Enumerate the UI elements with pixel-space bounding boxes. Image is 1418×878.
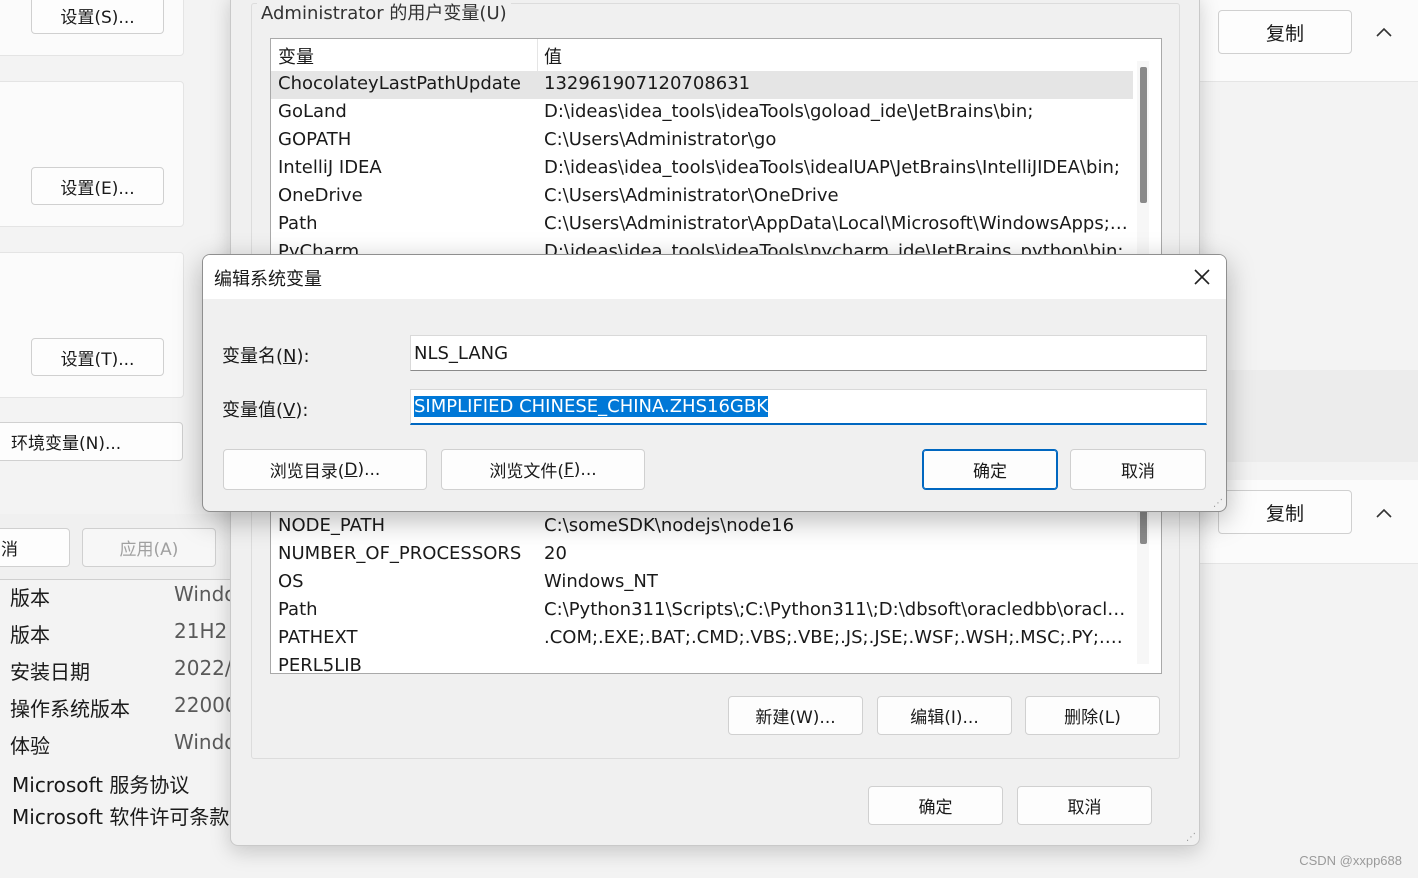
column-header-value[interactable]: 值 bbox=[544, 43, 562, 69]
apply-button: 应用(A) bbox=[82, 528, 216, 567]
spec-value-version: 21H2 bbox=[174, 619, 228, 643]
variable-value: D:\ideas\idea_tools\ideaTools\idealUAP\J… bbox=[544, 157, 1120, 178]
scrollbar-thumb[interactable] bbox=[1140, 67, 1147, 203]
variable-name-input[interactable]: NLS_LANG bbox=[410, 335, 1207, 371]
list-item[interactable]: GOPATH C:\Users\Administrator\go bbox=[271, 127, 1133, 155]
cancel-button[interactable]: 取消 bbox=[1070, 449, 1206, 490]
variable-value: 20 bbox=[544, 543, 567, 564]
column-divider[interactable] bbox=[537, 39, 538, 71]
browse-directory-button[interactable]: 浏览目录(D)... bbox=[223, 449, 427, 490]
spec-label-edition: 版本 bbox=[10, 586, 50, 610]
spec-label-version: 版本 bbox=[10, 623, 50, 647]
list-item[interactable]: OS Windows_NT bbox=[271, 569, 1133, 597]
list-item[interactable]: IntelliJ IDEA D:\ideas\idea_tools\ideaTo… bbox=[271, 155, 1133, 183]
edit-system-variable-dialog: 编辑系统变量 变量名(N): NLS_LANG 变量值(V): SIMPLIFI… bbox=[202, 254, 1227, 512]
chevron-up-icon[interactable] bbox=[1370, 20, 1398, 44]
list-item[interactable]: NODE_PATH C:\someSDK\nodejs\node16 bbox=[271, 513, 1133, 541]
dialog-titlebar[interactable]: 编辑系统变量 bbox=[203, 255, 1226, 299]
performance-settings-button[interactable]: 设置(S)... bbox=[31, 0, 164, 34]
user-variables-label: Administrator 的用户变量(U) bbox=[257, 0, 511, 25]
spec-value-edition: Windo bbox=[174, 582, 237, 606]
variable-name: ChocolateyLastPathUpdate bbox=[278, 73, 521, 94]
list-item[interactable]: NUMBER_OF_PROCESSORS 20 bbox=[271, 541, 1133, 569]
spec-value-experience: Windo bbox=[174, 730, 237, 754]
variable-name: OneDrive bbox=[278, 185, 363, 206]
variable-name: PERL5LIB bbox=[278, 655, 362, 674]
variable-value-input[interactable]: SIMPLIFIED CHINESE_CHINA.ZHS16GBK bbox=[410, 389, 1207, 425]
edit-variable-button[interactable]: 编辑(I)... bbox=[877, 696, 1012, 735]
scrollbar-thumb[interactable] bbox=[1140, 510, 1147, 544]
close-icon[interactable] bbox=[1188, 263, 1216, 291]
variable-name: Path bbox=[278, 213, 318, 234]
variable-value: C:\Python311\Scripts\;C:\Python311\;D:\d… bbox=[544, 599, 1130, 620]
variable-name: GOPATH bbox=[278, 129, 352, 150]
list-item[interactable]: ChocolateyLastPathUpdate 132961907120708… bbox=[271, 71, 1133, 99]
variable-value-label: 变量值(V): bbox=[222, 400, 309, 421]
ok-button[interactable]: 确定 bbox=[868, 786, 1003, 825]
variable-value: D:\ideas\idea_tools\ideaTools\goload_ide… bbox=[544, 101, 1034, 122]
watermark: CSDN @xxpp688 bbox=[1299, 853, 1402, 868]
ok-button[interactable]: 确定 bbox=[922, 449, 1058, 490]
variable-value: C:\Users\Administrator\AppData\Local\Mic… bbox=[544, 213, 1130, 234]
variable-name: NODE_PATH bbox=[278, 515, 386, 536]
variable-name: PATHEXT bbox=[278, 627, 358, 648]
cancel-button[interactable]: 消 bbox=[0, 528, 70, 567]
variable-value: C:\someSDK\nodejs\node16 bbox=[544, 515, 795, 536]
variable-name-label: 变量名(N): bbox=[222, 346, 310, 367]
spec-value-os-build: 22000 bbox=[174, 693, 238, 717]
dialog-title: 编辑系统变量 bbox=[214, 269, 322, 290]
license-terms-link[interactable]: Microsoft 软件许可条款 bbox=[12, 801, 229, 830]
variable-name: OS bbox=[278, 571, 304, 592]
column-header-name[interactable]: 变量 bbox=[278, 43, 314, 69]
startup-settings-button[interactable]: 设置(T)... bbox=[31, 338, 164, 376]
chevron-up-icon[interactable] bbox=[1370, 501, 1398, 525]
variable-value: 132961907120708631 bbox=[544, 73, 751, 94]
environment-variables-button[interactable]: 环境变量(N)... bbox=[0, 422, 183, 461]
copy-windows-specs-button[interactable]: 复制 bbox=[1218, 490, 1352, 534]
profiles-settings-button[interactable]: 设置(E)... bbox=[31, 167, 164, 205]
copy-device-specs-button[interactable]: 复制 bbox=[1218, 10, 1352, 54]
list-item[interactable]: OneDrive C:\Users\Administrator\OneDrive bbox=[271, 183, 1133, 211]
list-item[interactable]: GoLand D:\ideas\idea_tools\ideaTools\gol… bbox=[271, 99, 1133, 127]
variable-name: NUMBER_OF_PROCESSORS bbox=[278, 543, 522, 564]
resize-grip-icon[interactable]: ⋰ bbox=[1213, 499, 1223, 509]
system-properties-background: 设置(S)... 设置(E)... 设置(T)... 环境变量(N)... 消 … bbox=[0, 0, 244, 878]
resize-grip-icon[interactable]: ⋰ bbox=[1186, 833, 1196, 843]
list-item[interactable]: Path C:\Python311\Scripts\;C:\Python311\… bbox=[271, 597, 1133, 625]
cancel-button[interactable]: 取消 bbox=[1017, 786, 1152, 825]
list-item[interactable]: Path C:\Users\Administrator\AppData\Loca… bbox=[271, 211, 1133, 239]
variable-value: .COM;.EXE;.BAT;.CMD;.VBS;.VBE;.JS;.JSE;.… bbox=[544, 627, 1130, 648]
browse-file-button[interactable]: 浏览文件(F)... bbox=[441, 449, 645, 490]
list-item[interactable]: PATHEXT .COM;.EXE;.BAT;.CMD;.VBS;.VBE;.J… bbox=[271, 625, 1133, 653]
variable-value: Windows_NT bbox=[544, 571, 658, 592]
about-right-background: 复制 复制 bbox=[1198, 0, 1418, 878]
variable-name: IntelliJ IDEA bbox=[278, 157, 382, 178]
right-divider-band bbox=[1198, 370, 1418, 462]
variable-value: C:\Users\Administrator\OneDrive bbox=[544, 185, 839, 206]
delete-variable-button[interactable]: 删除(L) bbox=[1025, 696, 1160, 735]
new-variable-button[interactable]: 新建(W)... bbox=[728, 696, 863, 735]
spec-label-os-build: 操作系统版本 bbox=[10, 697, 130, 721]
spec-label-install-date: 安装日期 bbox=[10, 660, 90, 684]
spec-label-experience: 体验 bbox=[10, 734, 50, 758]
service-agreement-link[interactable]: Microsoft 服务协议 bbox=[12, 769, 189, 798]
variable-name: GoLand bbox=[278, 101, 347, 122]
variable-value: C:\Users\Administrator\go bbox=[544, 129, 777, 150]
settings-card-profiles bbox=[0, 81, 184, 227]
list-item[interactable]: PERL5LIB bbox=[271, 653, 1133, 674]
vertical-scrollbar[interactable] bbox=[1137, 504, 1149, 664]
settings-card-startup bbox=[0, 252, 184, 398]
variable-name: Path bbox=[278, 599, 318, 620]
